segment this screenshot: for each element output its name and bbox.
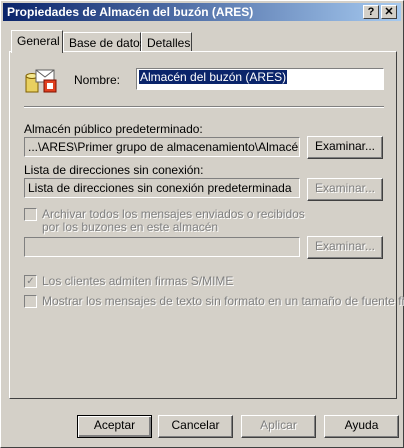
mailbox-store-icon	[25, 69, 57, 93]
title-bar[interactable]: Propiedades de Almacén del buzón (ARES) …	[3, 3, 401, 21]
public-store-label: Almacén público predeterminado:	[24, 122, 203, 136]
browse-offline-list-button[interactable]: Examinar...	[307, 178, 383, 201]
close-icon[interactable]: ✕	[381, 5, 397, 19]
browse-public-store-button[interactable]: Examinar...	[307, 136, 383, 159]
general-panel: Nombre: Almacén del buzón (ARES) Almacén…	[9, 51, 404, 399]
tab-general[interactable]: General	[11, 30, 63, 53]
tab-base-de-datos[interactable]: Base de datos	[63, 32, 146, 52]
name-field[interactable]: Almacén del buzón (ARES)	[136, 68, 384, 90]
archive-label-line1: Archivar todos los mensajes enviados o r…	[42, 207, 305, 221]
plaintext-checkbox[interactable]	[24, 295, 37, 308]
archive-field[interactable]	[24, 237, 300, 257]
smime-label: Los clientes admiten firmas S/MIME	[42, 274, 234, 288]
public-store-field[interactable]: ...\ARES\Primer grupo de almacenamiento\…	[24, 137, 300, 157]
ok-button[interactable]: Aceptar	[77, 415, 152, 438]
tab-detalles[interactable]: Detalles	[141, 32, 192, 52]
cancel-button[interactable]: Cancelar	[158, 415, 233, 438]
properties-dialog: Propiedades de Almacén del buzón (ARES) …	[0, 0, 404, 448]
offline-list-label: Lista de direcciones sin conexión:	[24, 163, 204, 177]
window-title: Propiedades de Almacén del buzón (ARES)	[7, 5, 254, 19]
smime-checkbox[interactable]: ✓	[24, 275, 37, 288]
help-button[interactable]: Ayuda	[324, 415, 399, 438]
archive-checkbox[interactable]	[24, 208, 37, 221]
name-value: Almacén del buzón (ARES)	[139, 70, 288, 84]
apply-button[interactable]: Aplicar	[241, 415, 316, 438]
name-label: Nombre:	[74, 73, 121, 87]
help-icon[interactable]: ?	[363, 5, 379, 19]
archive-label-line2: por los buzones en este almacén	[42, 220, 219, 234]
offline-list-field[interactable]: Lista de direcciones sin conexión predet…	[24, 178, 300, 198]
plaintext-label: Mostrar los mensajes de texto sin format…	[42, 294, 404, 308]
browse-archive-button[interactable]: Examinar...	[307, 236, 383, 259]
separator	[24, 106, 384, 108]
